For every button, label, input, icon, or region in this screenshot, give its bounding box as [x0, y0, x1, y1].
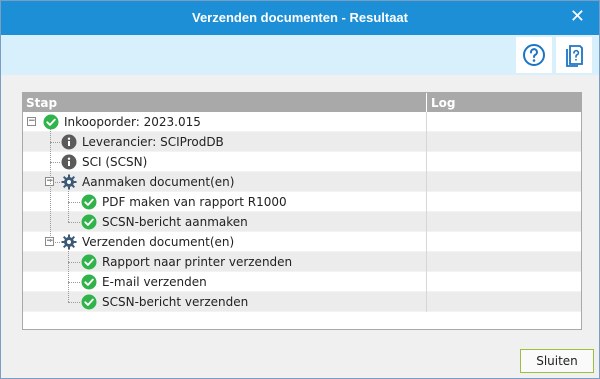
info-icon	[61, 134, 77, 150]
title-bar: Verzenden documenten - Resultaat ✕	[1, 1, 599, 35]
column-header-log[interactable]: Log	[431, 96, 455, 110]
help-circle-icon	[523, 44, 545, 66]
tree-node-label: PDF maken van rapport R1000	[102, 195, 287, 209]
tree-node: PDF maken van rapport R1000	[81, 192, 287, 212]
check-icon	[81, 274, 97, 290]
tree-node: Inkooporder: 2023.015	[43, 112, 201, 132]
tree-node-label: SCSN-bericht verzenden	[102, 295, 249, 309]
tree-row[interactable]: Rapport naar printer verzenden	[23, 252, 581, 272]
document-help-icon	[566, 45, 583, 67]
tree-node: Leverancier: SCIProdDB	[61, 132, 224, 152]
result-tree-grid[interactable]: Stap Log Inkooporder: 2023.015 − Leveranci…	[22, 92, 582, 330]
tree-node-label: SCI (SCSN)	[82, 155, 148, 169]
check-icon	[81, 214, 97, 230]
tree-node: Aanmaken document(en)	[61, 172, 234, 192]
check-icon	[43, 114, 59, 130]
tree-row[interactable]: PDF maken van rapport R1000	[23, 192, 581, 212]
report-button[interactable]	[556, 37, 592, 73]
tree-node-label: Leverancier: SCIProdDB	[82, 135, 224, 149]
tree-row[interactable]: Aanmaken document(en) −	[23, 172, 581, 192]
tree-node: SCI (SCSN)	[61, 152, 147, 172]
tree-node: Verzenden document(en)	[61, 232, 234, 252]
check-icon	[81, 254, 97, 270]
tree-node-label: E-mail verzenden	[102, 275, 207, 289]
info-icon	[61, 154, 77, 170]
tree-node-label: SCSN-bericht aanmaken	[102, 215, 248, 229]
close-icon[interactable]: ✕	[570, 7, 585, 27]
tree-row[interactable]: SCSN-bericht aanmaken	[23, 212, 581, 232]
column-header-stap[interactable]: Stap	[26, 96, 57, 110]
tree-row[interactable]: Leverancier: SCIProdDB	[23, 132, 581, 152]
dialog-title: Verzenden documenten - Resultaat	[192, 10, 408, 25]
tree-node: SCSN-bericht verzenden	[81, 292, 248, 312]
tree-row[interactable]: SCI (SCSN)	[23, 152, 581, 172]
tree-node-label: Rapport naar printer verzenden	[102, 255, 293, 269]
tree-node-label: Aanmaken document(en)	[82, 175, 235, 189]
tree-row[interactable]: E-mail verzenden	[23, 272, 581, 292]
close-button[interactable]: Sluiten	[520, 349, 594, 373]
tree-node: E-mail verzenden	[81, 272, 207, 292]
result-dialog: Verzenden documenten - Resultaat ✕ Stap …	[0, 0, 600, 379]
toolbar-banner	[1, 35, 599, 75]
tree-node: SCSN-bericht aanmaken	[81, 212, 248, 232]
gear-icon	[61, 174, 77, 190]
tree-row[interactable]: Inkooporder: 2023.015 −	[23, 112, 581, 132]
help-button[interactable]	[516, 37, 552, 73]
grid-header: Stap Log	[23, 93, 581, 112]
check-icon	[81, 194, 97, 210]
tree-node-label: Verzenden document(en)	[82, 235, 235, 249]
tree-row[interactable]: Verzenden document(en) −	[23, 232, 581, 252]
tree-row[interactable]: SCSN-bericht verzenden	[23, 292, 581, 312]
tree-node-label: Inkooporder: 2023.015	[64, 115, 201, 129]
collapse-toggle-icon[interactable]: −	[27, 117, 36, 126]
tree-node: Rapport naar printer verzenden	[81, 252, 292, 272]
gear-icon	[61, 234, 77, 250]
check-icon	[81, 294, 97, 310]
